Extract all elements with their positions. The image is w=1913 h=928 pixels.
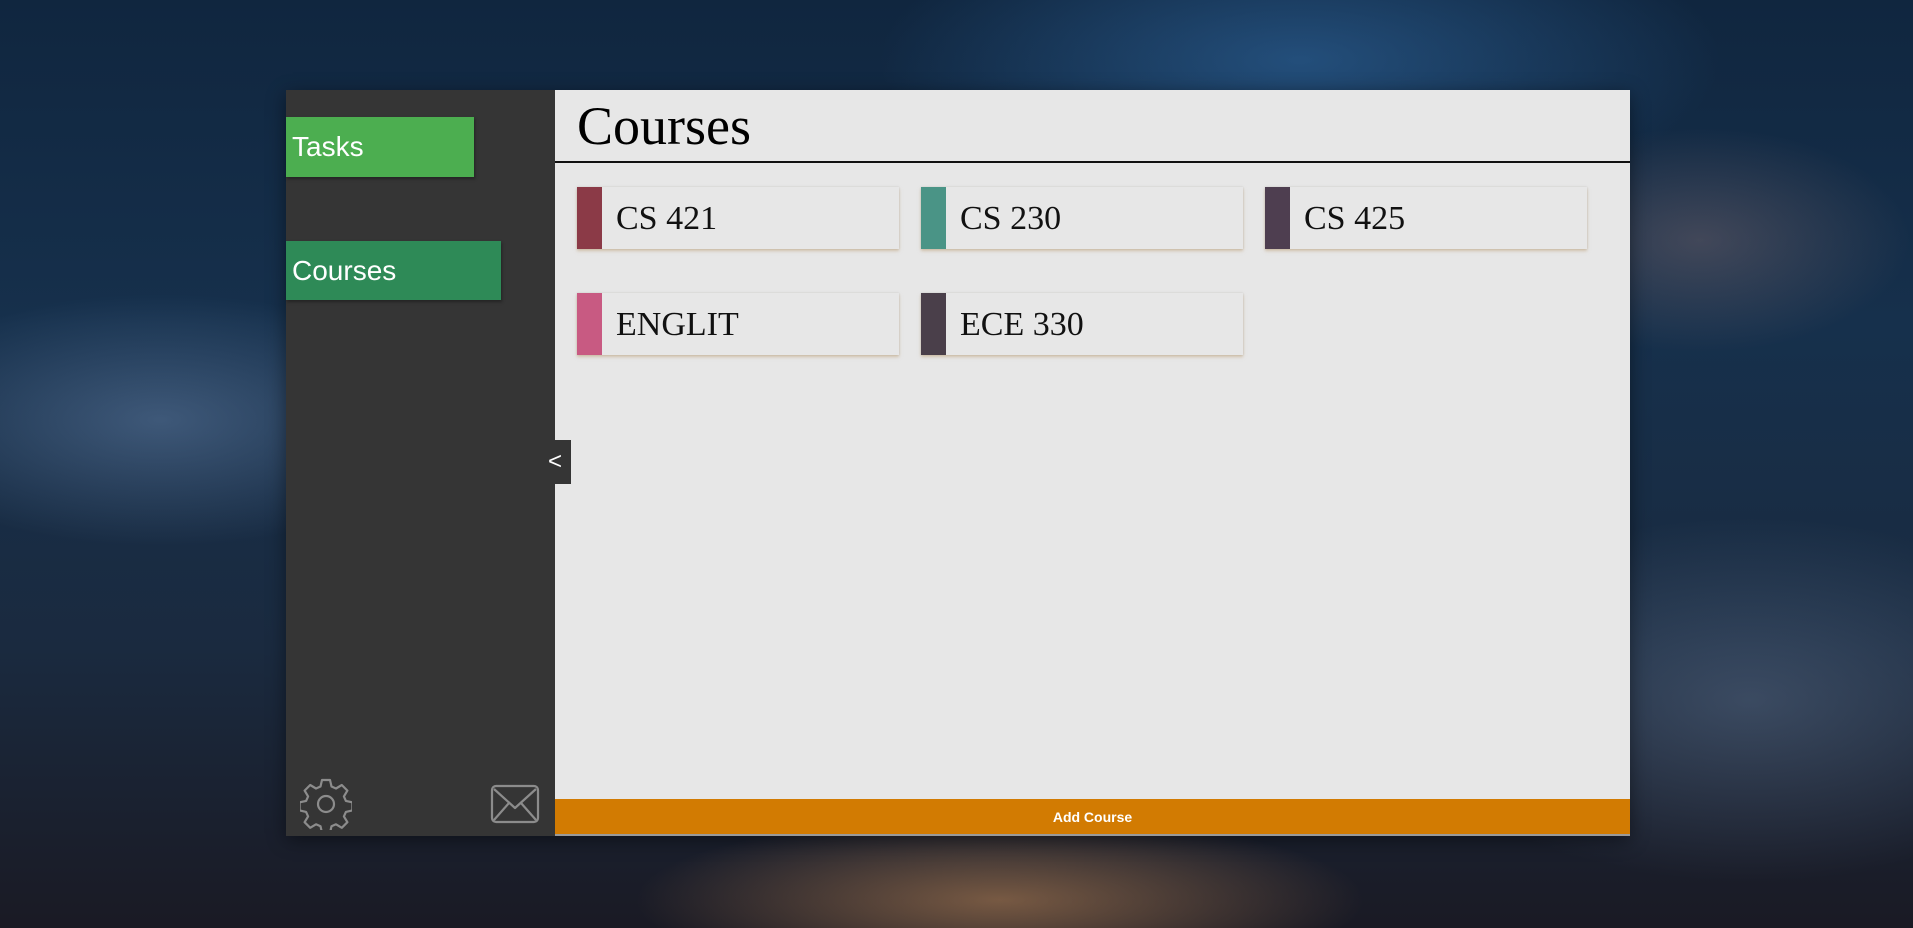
course-card-ece-330[interactable]: ECE 330 <box>921 293 1243 355</box>
sidebar-item-label: Tasks <box>292 131 364 162</box>
course-card-cs-425[interactable]: CS 425 <box>1265 187 1587 249</box>
course-name: CS 421 <box>616 200 718 237</box>
gear-icon[interactable] <box>300 778 352 830</box>
app-window: Tasks Courses < Courses CS 421 CS 230 CS… <box>286 90 1630 836</box>
course-name: CS 230 <box>960 200 1062 237</box>
course-card-englit[interactable]: ENGLIT <box>577 293 899 355</box>
chevron-left-icon: < <box>547 448 562 475</box>
main-panel: Courses CS 421 CS 230 CS 425 ENGLIT ECE … <box>555 90 1630 836</box>
sidebar-item-tasks[interactable]: Tasks <box>286 117 474 177</box>
course-card-cs-230[interactable]: CS 230 <box>921 187 1243 249</box>
collapse-sidebar-button[interactable]: < <box>539 440 571 484</box>
course-color-swatch <box>921 293 946 355</box>
course-name: CS 425 <box>1304 200 1406 237</box>
course-name: ECE 330 <box>960 306 1084 343</box>
add-course-button[interactable]: Add Course <box>555 799 1630 836</box>
page-title: Courses <box>577 96 751 156</box>
add-course-label: Add Course <box>1052 808 1133 825</box>
course-name: ENGLIT <box>616 306 739 343</box>
course-color-swatch <box>1265 187 1290 249</box>
course-card-cs-421[interactable]: CS 421 <box>577 187 899 249</box>
sidebar: Tasks Courses <box>286 90 555 836</box>
course-color-swatch <box>921 187 946 249</box>
envelope-icon[interactable] <box>490 784 540 824</box>
sidebar-item-label: Courses <box>292 254 397 286</box>
title-divider <box>555 161 1630 163</box>
course-color-swatch <box>577 293 602 355</box>
sidebar-item-courses[interactable]: Courses <box>286 241 501 300</box>
course-color-swatch <box>577 187 602 249</box>
